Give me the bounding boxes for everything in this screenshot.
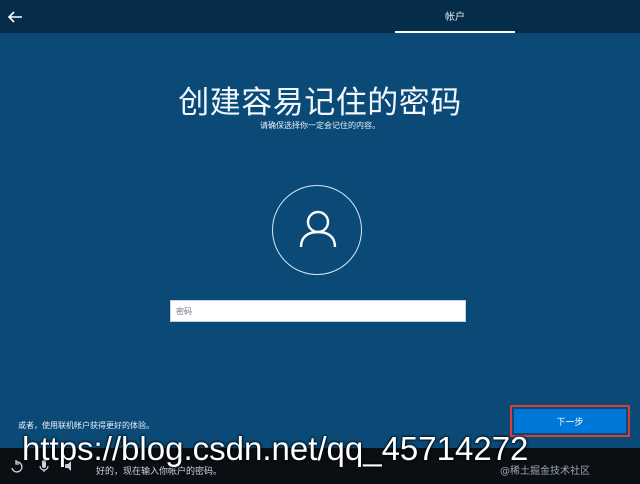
next-button[interactable]: 下一步	[514, 409, 626, 433]
tab-account-label: 帐户	[445, 12, 465, 23]
page-title: 创建容易记住的密码	[178, 85, 462, 121]
back-arrow-icon[interactable]	[6, 8, 24, 26]
user-icon	[299, 210, 337, 248]
top-bar: 帐户	[0, 0, 640, 33]
user-avatar	[272, 185, 362, 275]
next-button-label: 下一步	[556, 417, 584, 428]
tab-account[interactable]: 帐户	[395, 0, 515, 33]
page-subtitle: 请确保选择你一定会记住的内容。	[260, 121, 380, 130]
password-field[interactable]	[170, 300, 466, 322]
url-watermark: https://blog.csdn.net/qq_45714272	[22, 430, 529, 467]
credit-watermark: @稀土掘金技术社区	[500, 466, 590, 477]
